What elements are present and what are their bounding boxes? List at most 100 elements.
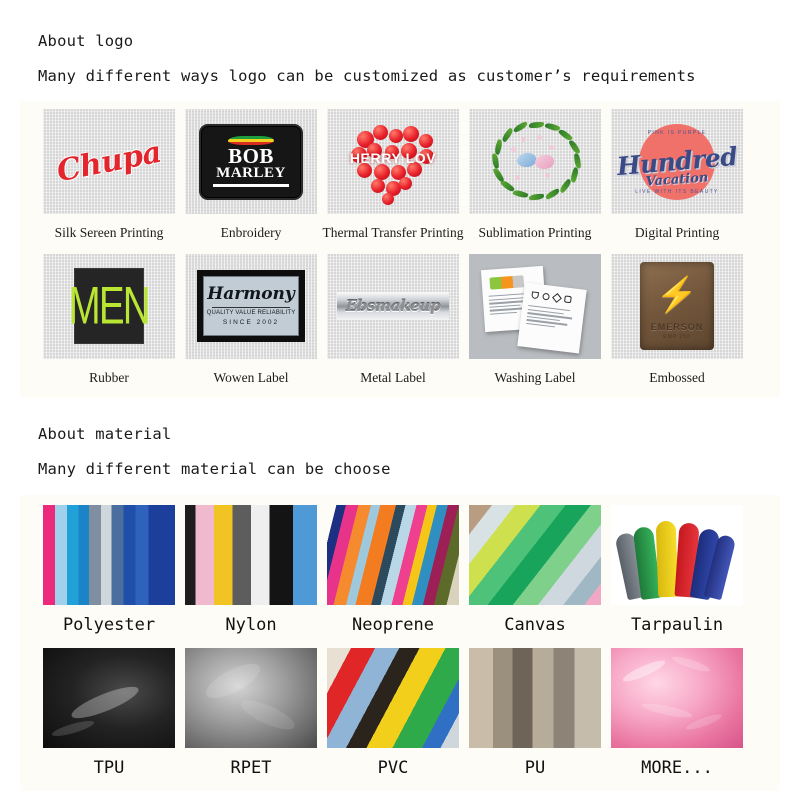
washing-label-image	[469, 253, 601, 359]
logo-item-metal-label[interactable]: Ebsmakeup Metal Label	[322, 253, 464, 385]
hundred-bottom-text: LIVE WITH ITS BEAUTY	[635, 189, 719, 196]
silk-screen-printing-image: Chupa	[43, 109, 175, 214]
embossed-leather-patch: ⚡ EMERSON EMP 250	[640, 262, 714, 350]
embossed-image: ⚡ EMERSON EMP 250	[611, 253, 743, 359]
brand-logo-icon	[489, 274, 525, 290]
logo-item-silk-screen-printing[interactable]: Chupa Silk Sereen Printing	[38, 109, 180, 240]
material-item-tpu[interactable]: TPU	[38, 648, 180, 777]
pu-swatch-image	[469, 648, 601, 748]
material-item-canvas[interactable]: Canvas	[464, 505, 606, 634]
logo-item-label: Sublimation Printing	[478, 225, 592, 240]
logo-item-label: Digital Printing	[634, 225, 720, 240]
thermal-transfer-printing-image: HERRY LOV	[327, 109, 459, 214]
lightning-bolt-icon: ⚡	[655, 275, 699, 316]
cherry-heart-graphic: HERRY LOV	[327, 109, 459, 214]
metal-label-text: Ebsmakeup	[345, 297, 441, 315]
logo-item-woven-label[interactable]: Harmony QUALITY VALUE RELIABILITY SINCE …	[180, 253, 322, 385]
more-swatch-image	[611, 648, 743, 748]
logo-section-title: About logo	[38, 32, 134, 50]
material-item-pvc[interactable]: PVC	[322, 648, 464, 777]
material-item-label: Neoprene	[352, 615, 434, 635]
tarpaulin-swatch-image	[611, 505, 743, 605]
material-item-label: PVC	[377, 758, 409, 778]
logo-item-embroidery[interactable]: BOB MARLEY Enbroidery	[180, 109, 322, 240]
logo-item-washing-label[interactable]: Washing Label	[464, 253, 606, 385]
divider	[212, 307, 290, 308]
harmony-brand-text: Harmony	[207, 284, 295, 304]
material-item-pu[interactable]: PU	[464, 648, 606, 777]
material-item-more[interactable]: MORE...	[606, 648, 748, 777]
material-item-label: Nylon	[225, 615, 277, 635]
material-section-subtitle: Many different material can be choose	[38, 460, 391, 478]
rasta-flag-icon	[227, 135, 275, 145]
material-item-polyester[interactable]: Polyester	[38, 505, 180, 634]
logo-section-subtitle: Many different ways logo can be customiz…	[38, 67, 696, 85]
logo-item-thermal-transfer-printing[interactable]: HERRY LOV Thermal Transfer Printing	[322, 109, 464, 240]
tpu-swatch-image	[43, 648, 175, 748]
woven-label-image: Harmony QUALITY VALUE RELIABILITY SINCE …	[185, 253, 317, 359]
logo-row-2: MEN Rubber Harmony QUALITY VALUE RELIABI…	[20, 253, 780, 385]
sublimation-printing-image	[469, 109, 601, 214]
material-section-title: About material	[38, 425, 172, 443]
material-item-label: TPU	[93, 758, 125, 778]
logo-item-rubber[interactable]: MEN Rubber	[38, 253, 180, 385]
material-item-label: Tarpaulin	[630, 615, 724, 635]
material-section-subheading: Many different material can be choose	[0, 443, 800, 478]
material-item-label: PU	[524, 758, 546, 778]
logo-item-label: Wowen Label	[213, 369, 289, 385]
material-item-rpet[interactable]: RPET	[180, 648, 322, 777]
logo-panel: Chupa Silk Sereen Printing BOB MARLEY En…	[20, 101, 780, 398]
bird-icon	[517, 153, 536, 167]
laurel-wreath-graphic	[469, 109, 601, 214]
bird-icon	[535, 155, 554, 169]
material-section-heading: About material	[0, 398, 800, 443]
logo-row-1: Chupa Silk Sereen Printing BOB MARLEY En…	[20, 109, 780, 240]
material-row-2: TPU RPET PVC PU MORE...	[20, 648, 780, 777]
logo-item-label: Metal Label	[360, 369, 426, 385]
harmony-woven-label: Harmony QUALITY VALUE RELIABILITY SINCE …	[197, 270, 305, 342]
rpet-swatch-image	[185, 648, 317, 748]
digital-printing-image: PINK IS PURPLE Hundred Vacation LIVE WIT…	[611, 109, 743, 214]
material-item-label: MORE...	[641, 758, 713, 778]
neoprene-swatch-image	[327, 505, 459, 605]
logo-item-sublimation-printing[interactable]: Sublimation Printing	[464, 109, 606, 240]
pvc-swatch-image	[327, 648, 459, 748]
logo-item-label: Thermal Transfer Printing	[322, 225, 464, 240]
canvas-swatch-image	[469, 505, 601, 605]
bob-marley-patch: BOB MARLEY	[199, 123, 303, 200]
material-item-label: Polyester	[62, 615, 156, 635]
material-panel: Polyester Nylon Neoprene Canvas Tarpauli…	[20, 495, 780, 791]
logo-section-subheading: Many different ways logo can be customiz…	[0, 50, 800, 85]
material-item-nylon[interactable]: Nylon	[180, 505, 322, 634]
metal-label-image: Ebsmakeup	[327, 253, 459, 359]
men-rubber-patch: MEN	[69, 268, 151, 344]
logo-item-label: Embossed	[649, 369, 705, 385]
metal-nameplate: Ebsmakeup	[337, 292, 449, 320]
harmony-quality-text: QUALITY VALUE RELIABILITY	[206, 310, 296, 316]
nylon-swatch-image	[185, 505, 317, 605]
material-item-neoprene[interactable]: Neoprene	[322, 505, 464, 634]
polyester-swatch-image	[43, 505, 175, 605]
hundred-top-text: PINK IS PURPLE	[647, 130, 707, 136]
embroidery-image: BOB MARLEY	[185, 109, 317, 214]
men-patch-text: MEN	[68, 276, 151, 335]
logo-item-label: Washing Label	[494, 369, 576, 385]
logo-item-label: Silk Sereen Printing	[54, 225, 164, 240]
material-row-1: Polyester Nylon Neoprene Canvas Tarpauli…	[20, 505, 780, 634]
material-item-label: RPET	[230, 758, 272, 778]
bob-marley-line2: MARLEY	[216, 165, 286, 182]
bob-marley-underline	[213, 184, 289, 188]
logo-item-embossed[interactable]: ⚡ EMERSON EMP 250 Embossed	[606, 253, 748, 385]
chupa-logo-text: Chupa	[53, 134, 165, 189]
emerson-brand-text: EMERSON	[650, 322, 704, 332]
bob-marley-line1: BOB	[228, 143, 274, 168]
care-label-back	[517, 281, 587, 354]
harmony-since-text: SINCE 2002	[222, 319, 280, 326]
cherry-heart-text: HERRY LOV	[349, 150, 437, 167]
logo-item-digital-printing[interactable]: PINK IS PURPLE Hundred Vacation LIVE WIT…	[606, 109, 748, 240]
logo-section-heading: About logo	[0, 0, 800, 50]
material-item-tarpaulin[interactable]: Tarpaulin	[606, 505, 748, 634]
logo-item-label: Enbroidery	[220, 225, 282, 240]
logo-item-label: Rubber	[89, 369, 129, 385]
product-detail-page: About logo Many different ways logo can …	[0, 0, 800, 800]
